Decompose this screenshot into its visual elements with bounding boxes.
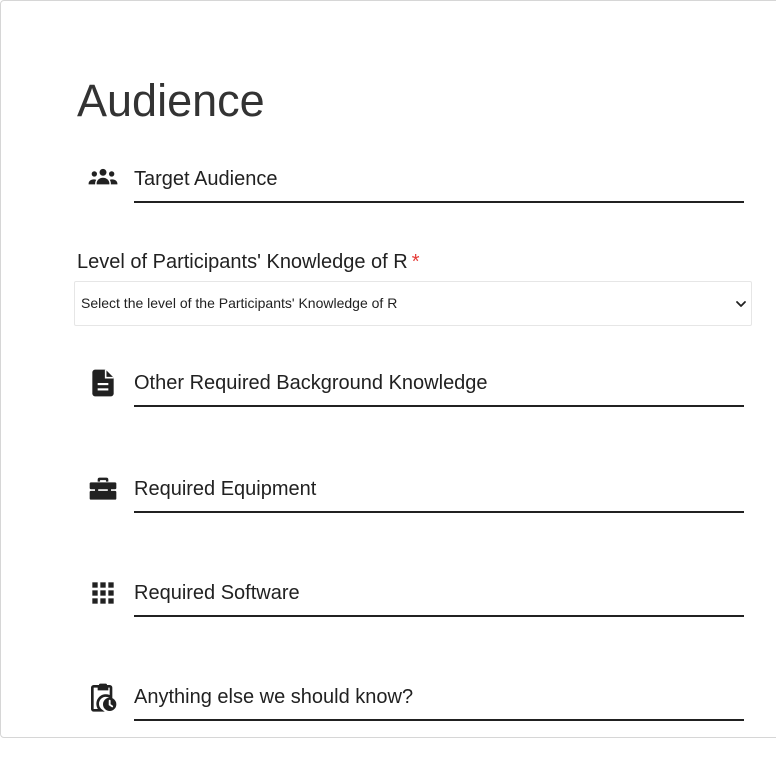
- section-title: Audience: [77, 75, 265, 126]
- software-input[interactable]: [134, 577, 744, 617]
- required-marker: *: [411, 251, 420, 273]
- target-audience-field: [87, 163, 744, 203]
- knowledge-level-label-text: Level of Participants' Knowledge of R: [77, 251, 408, 273]
- apps-grid-icon: [87, 577, 119, 609]
- knowledge-level-select[interactable]: Select the level of the Participants' Kn…: [74, 281, 752, 326]
- people-group-icon: [87, 163, 119, 195]
- target-audience-input[interactable]: [134, 163, 744, 203]
- clipboard-clock-icon: [87, 681, 119, 713]
- anything-else-input[interactable]: [134, 681, 744, 721]
- anything-else-field: [87, 681, 744, 721]
- equipment-input[interactable]: [134, 473, 744, 513]
- audience-card: Audience Level of Participants' Knowledg…: [0, 0, 776, 738]
- equipment-field: [87, 473, 744, 513]
- knowledge-level-selected-value: Select the level of the Participants' Kn…: [81, 295, 398, 311]
- background-knowledge-input[interactable]: [134, 367, 744, 407]
- software-field: [87, 577, 744, 617]
- toolbox-icon: [87, 473, 119, 505]
- background-knowledge-field: [87, 367, 744, 407]
- document-icon: [87, 367, 119, 399]
- chevron-down-icon: [735, 297, 747, 309]
- knowledge-level-label: Level of Participants' Knowledge of R *: [77, 250, 419, 274]
